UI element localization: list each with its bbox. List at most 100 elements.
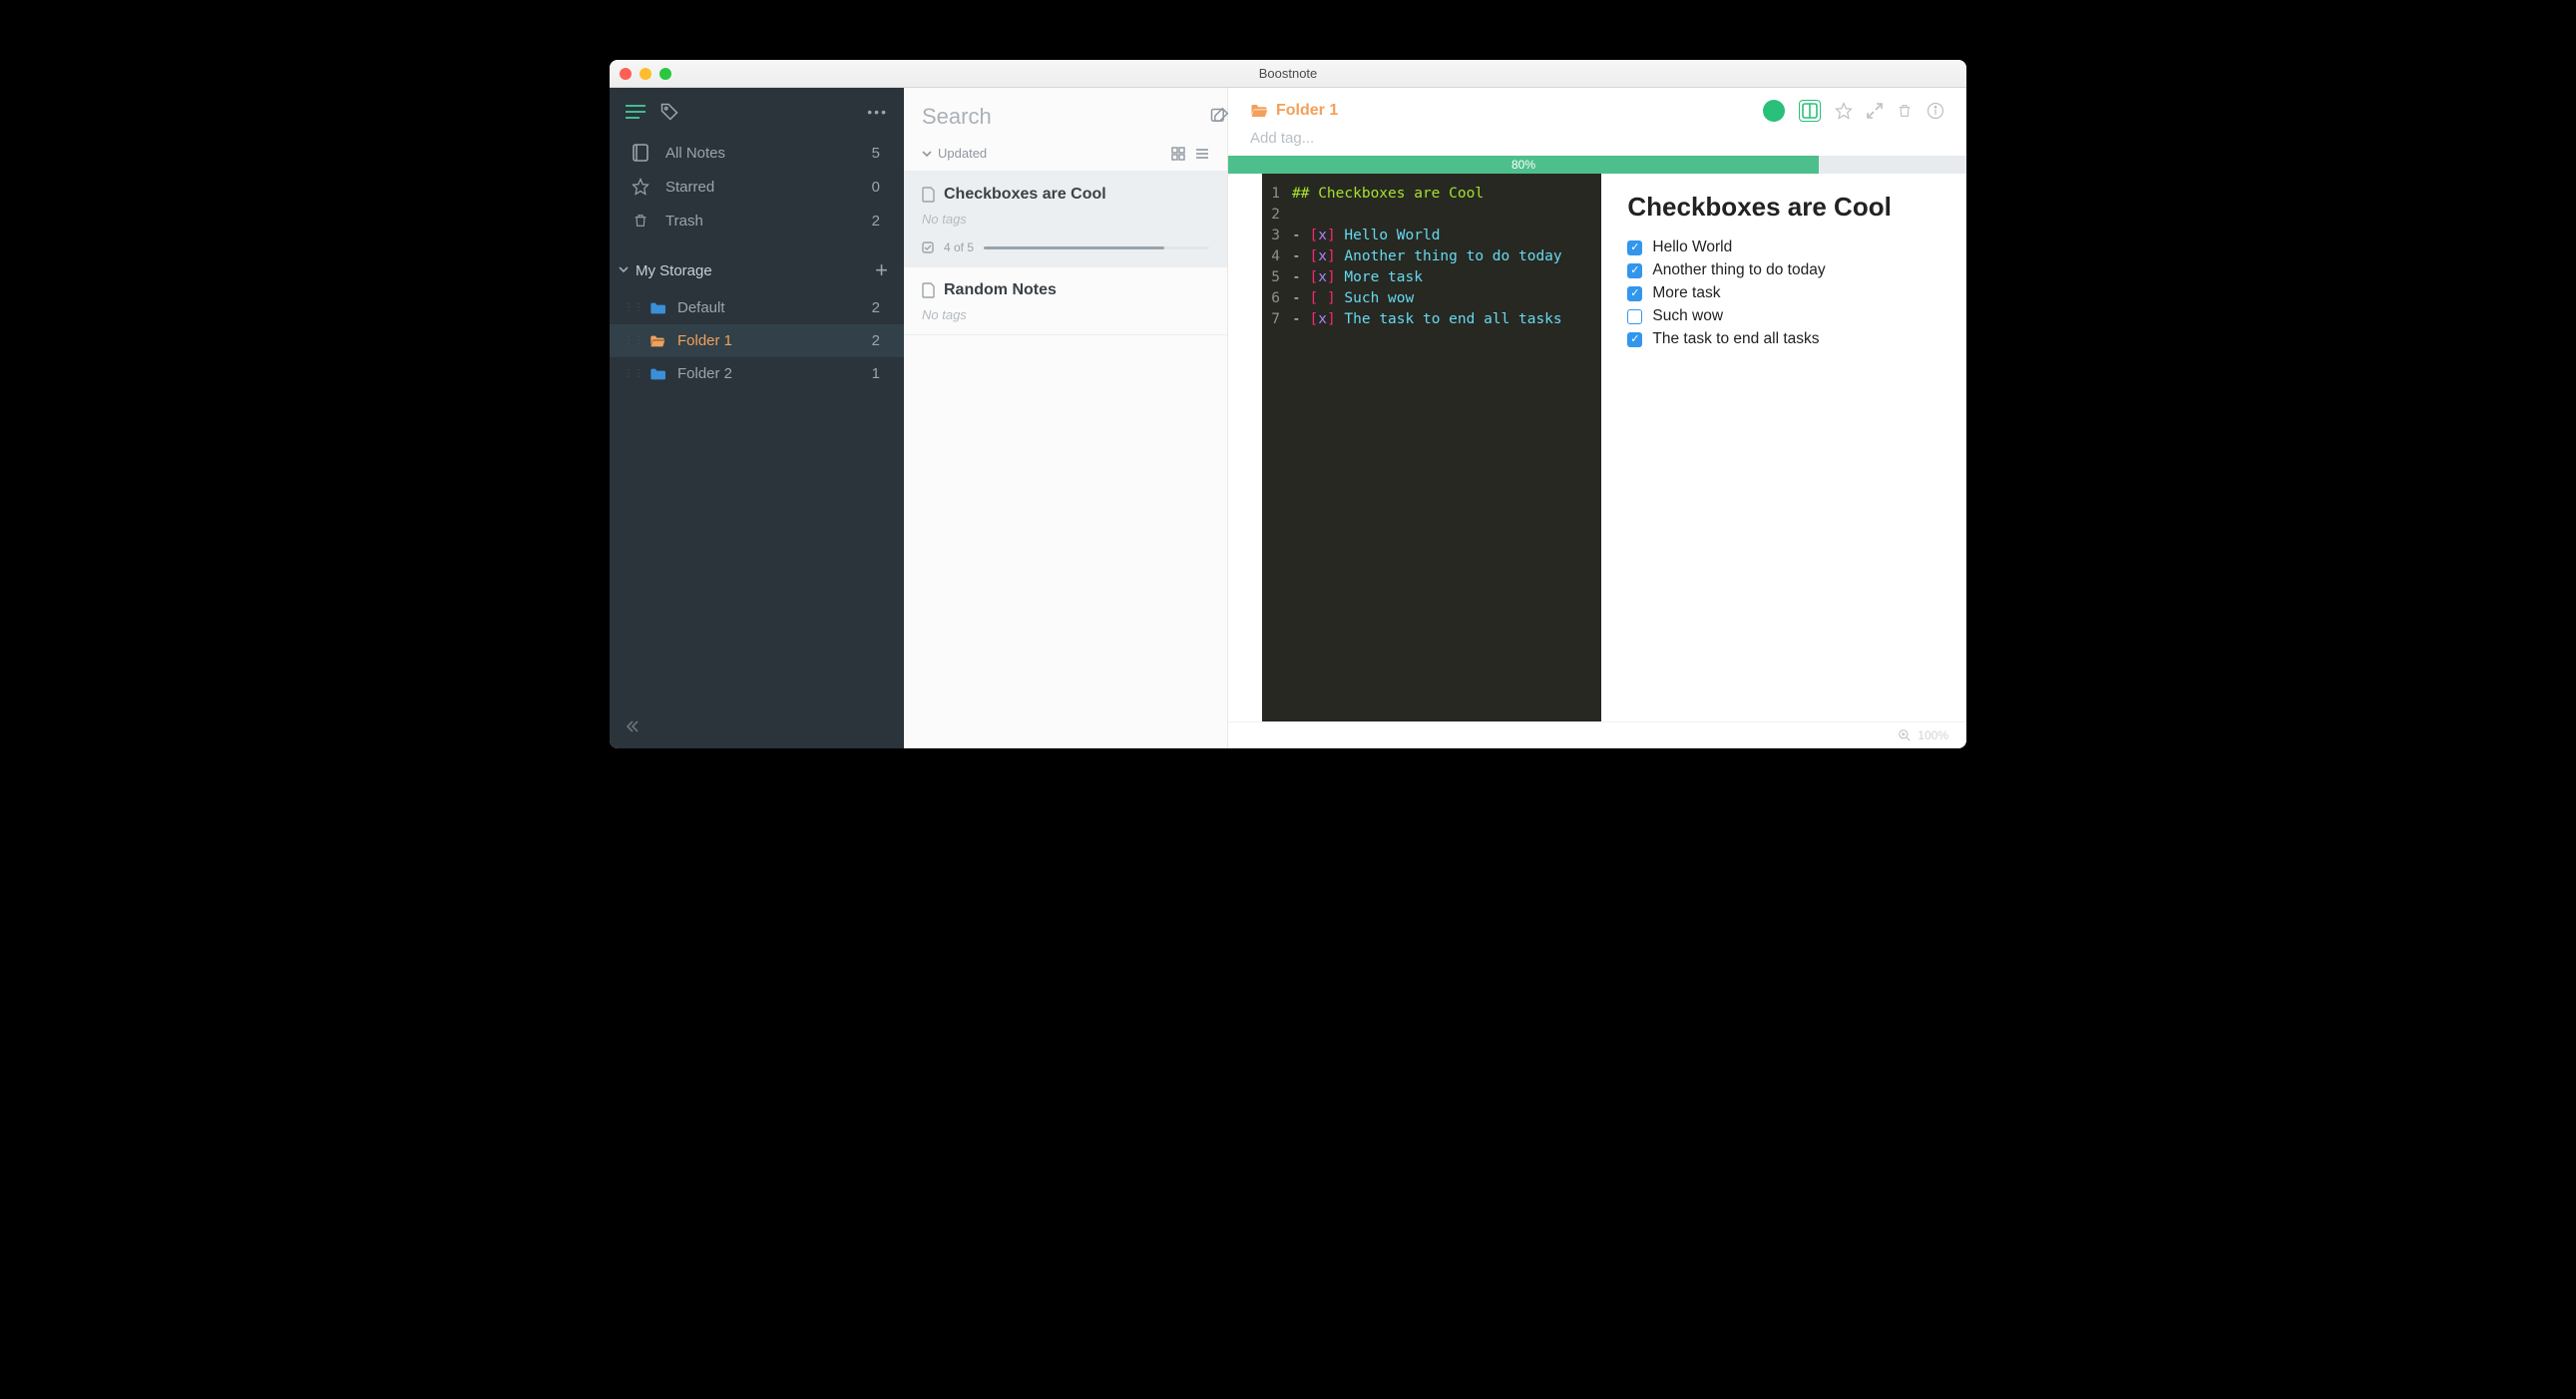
task-checkbox[interactable] bbox=[1627, 332, 1642, 347]
star-icon bbox=[1835, 102, 1853, 120]
compose-icon bbox=[1209, 107, 1229, 127]
code-line[interactable]: 1## Checkboxes are Cool bbox=[1262, 184, 1587, 205]
note-list: Checkboxes are CoolNo tags4 of 5Random N… bbox=[904, 172, 1227, 335]
tag-input[interactable] bbox=[1250, 130, 1944, 147]
info-button[interactable] bbox=[1927, 102, 1944, 120]
folder-count: 2 bbox=[872, 299, 880, 316]
task-checkbox[interactable] bbox=[1627, 309, 1642, 324]
progress-fill: 80% bbox=[1228, 156, 1819, 174]
split-view-button[interactable] bbox=[1799, 100, 1821, 122]
preview-pane: Checkboxes are Cool Hello WorldAnother t… bbox=[1601, 174, 1966, 721]
folder-icon bbox=[649, 301, 667, 315]
titlebar: Boostnote bbox=[610, 60, 1966, 88]
grid-icon bbox=[1171, 147, 1185, 161]
task-item: Such wow bbox=[1627, 307, 1940, 325]
code-line[interactable]: 5- [x] More task bbox=[1262, 267, 1587, 288]
nav-label: Trash bbox=[665, 213, 703, 230]
note-tags: No tags bbox=[922, 212, 1209, 227]
trash-icon bbox=[630, 212, 651, 230]
storage-label: My Storage bbox=[636, 262, 712, 279]
sidebar: ••• All Notes 5 Starred 0 bbox=[610, 88, 904, 748]
zoom-icon bbox=[1898, 728, 1912, 742]
info-icon bbox=[1927, 102, 1944, 120]
note-card[interactable]: Checkboxes are CoolNo tags4 of 5 bbox=[904, 172, 1227, 267]
document-icon bbox=[922, 282, 936, 298]
folder-open-icon bbox=[1250, 103, 1268, 119]
task-item: Another thing to do today bbox=[1627, 261, 1940, 279]
note-progress-bar bbox=[984, 246, 1209, 249]
task-label: Hello World bbox=[1652, 238, 1732, 256]
folder-count: 2 bbox=[872, 332, 880, 349]
note-progress-label: 4 of 5 bbox=[944, 240, 974, 254]
nav-starred[interactable]: Starred 0 bbox=[610, 170, 904, 204]
zoom-button[interactable] bbox=[1898, 728, 1912, 742]
line-number: 6 bbox=[1262, 288, 1292, 309]
star-button[interactable] bbox=[1835, 102, 1853, 120]
drag-handle-icon[interactable]: ⋮⋮ bbox=[624, 368, 644, 379]
note-color-button[interactable] bbox=[1763, 100, 1785, 122]
nav-trash[interactable]: Trash 2 bbox=[610, 204, 904, 237]
notebook-icon bbox=[630, 144, 651, 162]
code-line[interactable]: 6- [ ] Such wow bbox=[1262, 288, 1587, 309]
sidebar-collapse-button[interactable] bbox=[610, 709, 904, 748]
task-label: Another thing to do today bbox=[1652, 261, 1825, 279]
fullscreen-button[interactable] bbox=[1867, 103, 1883, 119]
breadcrumb-label: Folder 1 bbox=[1276, 102, 1338, 120]
sort-dropdown[interactable]: Updated bbox=[922, 146, 987, 161]
code-line[interactable]: 7- [x] The task to end all tasks bbox=[1262, 309, 1587, 330]
folder-item-default[interactable]: ⋮⋮Default2 bbox=[610, 291, 904, 324]
drag-handle-icon[interactable]: ⋮⋮ bbox=[624, 302, 644, 313]
line-number: 3 bbox=[1262, 226, 1292, 246]
note-title: Random Notes bbox=[944, 281, 1057, 299]
new-note-button[interactable] bbox=[1209, 107, 1229, 127]
window-minimize-button[interactable] bbox=[640, 68, 651, 80]
trash-icon bbox=[1897, 102, 1913, 120]
folder-icon bbox=[649, 334, 667, 348]
view-list-button[interactable] bbox=[1195, 147, 1209, 161]
folder-list: ⋮⋮Default2⋮⋮Folder 12⋮⋮Folder 21 bbox=[610, 291, 904, 390]
nav-list: All Notes 5 Starred 0 Trash 2 bbox=[610, 130, 904, 243]
tag-icon[interactable] bbox=[659, 102, 679, 122]
task-list: Hello World Another thing to do today More… bbox=[1627, 238, 1940, 348]
window-zoom-button[interactable] bbox=[659, 68, 671, 80]
task-label: More task bbox=[1652, 284, 1720, 302]
window-title: Boostnote bbox=[1259, 66, 1318, 81]
add-folder-button[interactable]: + bbox=[875, 257, 888, 283]
window-close-button[interactable] bbox=[620, 68, 632, 80]
task-item: Hello World bbox=[1627, 238, 1940, 256]
breadcrumb[interactable]: Folder 1 bbox=[1250, 102, 1338, 120]
code-line[interactable]: 3- [x] Hello World bbox=[1262, 226, 1587, 246]
folder-item-folder-2[interactable]: ⋮⋮ Folder 2 1 bbox=[610, 357, 904, 390]
folder-item-folder-1[interactable]: ⋮⋮Folder 12 bbox=[610, 324, 904, 357]
note-tags: No tags bbox=[922, 307, 1209, 322]
drag-handle-icon[interactable]: ⋮⋮ bbox=[624, 335, 644, 346]
task-item: The task to end all tasks bbox=[1627, 330, 1940, 348]
task-label: The task to end all tasks bbox=[1652, 330, 1819, 348]
code-line[interactable]: 2 bbox=[1262, 205, 1587, 226]
task-checkbox[interactable] bbox=[1627, 286, 1642, 301]
nav-label: Starred bbox=[665, 179, 714, 196]
note-card[interactable]: Random Notes No tags bbox=[904, 267, 1227, 335]
line-number: 1 bbox=[1262, 184, 1292, 205]
line-number: 4 bbox=[1262, 246, 1292, 267]
task-item: More task bbox=[1627, 284, 1940, 302]
traffic-lights bbox=[620, 68, 671, 80]
nav-all-notes[interactable]: All Notes 5 bbox=[610, 136, 904, 170]
menu-icon[interactable] bbox=[626, 104, 645, 120]
delete-button[interactable] bbox=[1897, 102, 1913, 120]
nav-count: 5 bbox=[872, 145, 880, 162]
columns-icon bbox=[1802, 103, 1818, 119]
code-editor[interactable]: 1## Checkboxes are Cool23- [x] Hello Wor… bbox=[1262, 174, 1601, 721]
code-line[interactable]: 4- [x] Another thing to do today bbox=[1262, 246, 1587, 267]
folder-label: Folder 2 bbox=[677, 365, 732, 382]
search-input[interactable] bbox=[922, 104, 1209, 130]
view-grid-button[interactable] bbox=[1171, 147, 1185, 161]
folder-count: 1 bbox=[872, 365, 880, 382]
star-icon bbox=[630, 178, 651, 196]
storage-header[interactable]: My Storage + bbox=[610, 243, 904, 291]
more-menu-icon[interactable]: ••• bbox=[867, 104, 888, 120]
task-checkbox[interactable] bbox=[1627, 240, 1642, 255]
nav-count: 0 bbox=[872, 179, 880, 196]
task-checkbox[interactable] bbox=[1627, 263, 1642, 278]
line-number: 7 bbox=[1262, 309, 1292, 330]
